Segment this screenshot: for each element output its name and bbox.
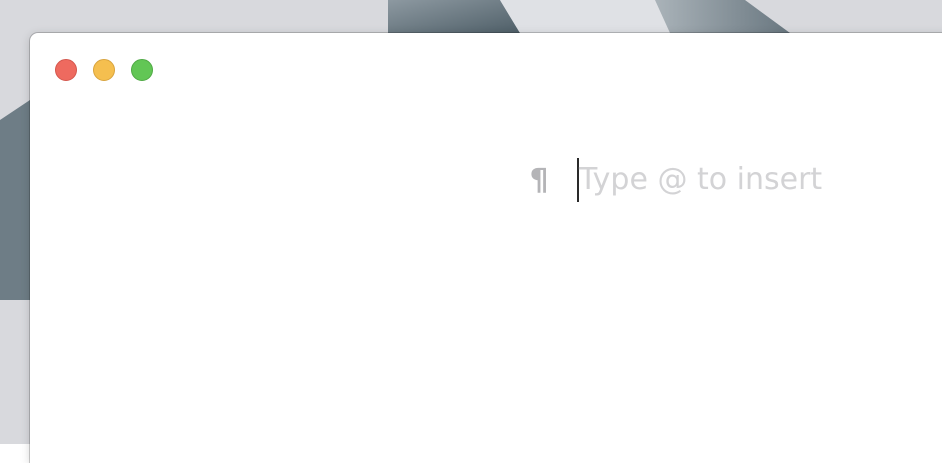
close-button[interactable] [55,59,77,81]
paragraph-icon[interactable]: ¶ [523,160,555,200]
editor-empty-line[interactable]: ¶ Type @ to insert [523,158,822,202]
window-controls [55,59,153,81]
app-window: ¶ Type @ to insert [30,33,942,463]
minimize-button[interactable] [93,59,115,81]
editor-placeholder[interactable]: Type @ to insert [579,158,822,202]
zoom-button[interactable] [131,59,153,81]
